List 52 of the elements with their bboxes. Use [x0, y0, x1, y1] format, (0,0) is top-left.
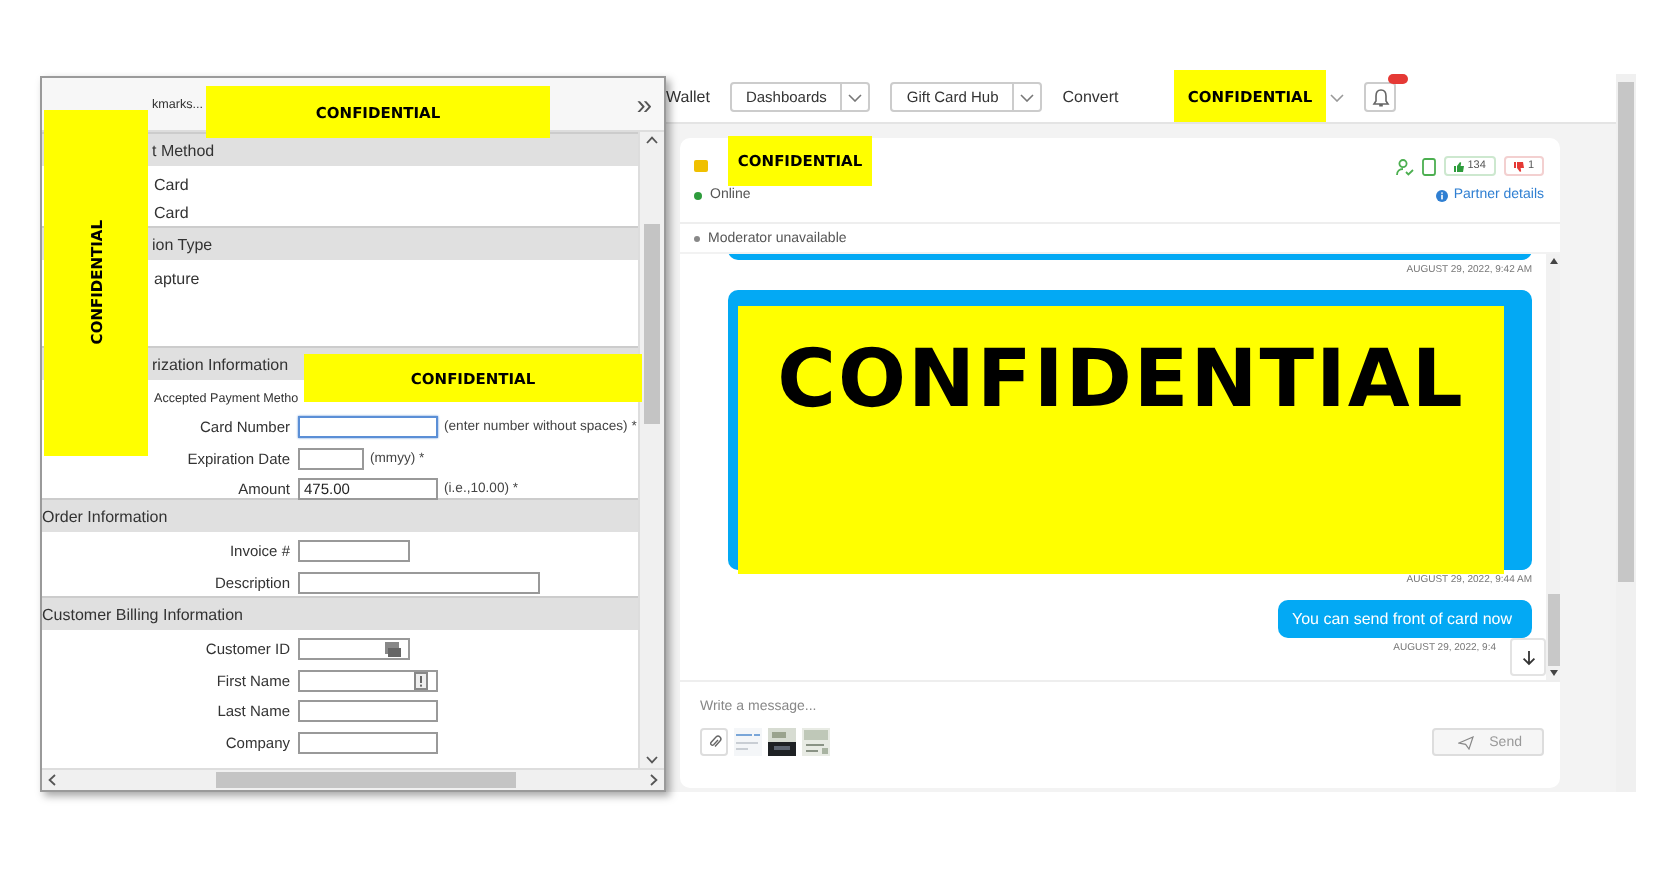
redaction-label: CONFIDENTIAL: [738, 306, 1504, 574]
chevron-down-icon: [848, 93, 863, 101]
scrollbar[interactable]: [1546, 254, 1560, 680]
overflow-button[interactable]: »: [636, 88, 652, 120]
scrollbar-thumb[interactable]: [644, 224, 660, 424]
input-field[interactable]: [298, 447, 364, 470]
info-icon[interactable]: [412, 671, 430, 690]
info-icon: [1435, 189, 1448, 201]
section-header: Customer Billing Information: [42, 596, 638, 630]
scroll-left-icon[interactable]: [48, 774, 56, 786]
chevron-down-icon[interactable]: [1330, 93, 1344, 101]
input-field[interactable]: [298, 540, 410, 563]
user-check-icon[interactable]: [1395, 157, 1414, 175]
option-label[interactable]: Card: [154, 175, 189, 193]
input-field[interactable]: [298, 416, 438, 439]
input-field[interactable]: [298, 571, 540, 594]
status-dot: [694, 191, 702, 199]
input-field[interactable]: [298, 669, 438, 692]
option-label[interactable]: apture: [154, 269, 200, 287]
input-field[interactable]: [298, 731, 438, 754]
status-dot: [694, 235, 700, 241]
paperclip-icon: [707, 734, 721, 750]
scroll-up-icon[interactable]: [1549, 258, 1557, 264]
thumbs-up-icon: [1453, 161, 1464, 171]
scroll-down-icon[interactable]: [1549, 670, 1557, 676]
scrollbar[interactable]: [638, 132, 664, 768]
contact-card-icon[interactable]: [384, 640, 402, 659]
send-icon: [1457, 735, 1474, 749]
notification-button[interactable]: [1364, 82, 1396, 112]
nav-link[interactable]: Convert: [1062, 88, 1119, 106]
thumbs-down-icon: [1513, 161, 1524, 171]
scroll-right-icon[interactable]: [650, 774, 658, 786]
avatar-icon: [694, 160, 708, 172]
chevron-down-icon: [1020, 93, 1035, 101]
section-header: Order Information: [42, 498, 638, 532]
input-field[interactable]: [298, 638, 410, 661]
scrollbar-thumb[interactable]: [216, 772, 516, 788]
message-bubble: You can send front of card now: [1278, 600, 1532, 638]
scroll-down-icon[interactable]: [646, 756, 658, 764]
scroll-up-icon[interactable]: [646, 136, 658, 144]
option-label[interactable]: Card: [154, 203, 189, 221]
attach-button[interactable]: [700, 728, 728, 756]
bell-icon: [1371, 87, 1389, 107]
input-field[interactable]: [298, 700, 438, 723]
scrollbar-thumb[interactable]: [1547, 594, 1559, 666]
phone-icon[interactable]: [1421, 157, 1436, 175]
nav-link[interactable]: Wallet: [666, 88, 710, 106]
scrollbar-thumb[interactable]: [1618, 82, 1634, 582]
arrow-down-icon: [1521, 649, 1535, 665]
scroll-down-button[interactable]: [1510, 638, 1546, 676]
notification-badge: [1388, 74, 1408, 84]
scrollbar[interactable]: [42, 768, 664, 790]
